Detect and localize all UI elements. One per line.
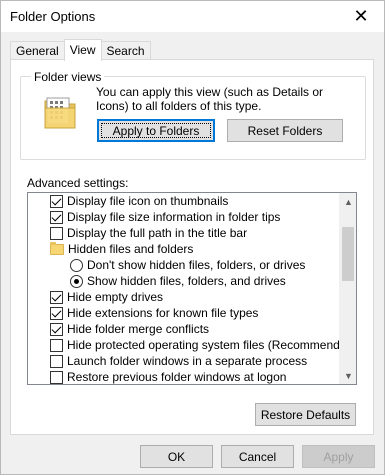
cancel-button[interactable]: Cancel xyxy=(221,445,294,468)
setting-display-file-size-info[interactable]: Display file size information in folder … xyxy=(28,209,339,225)
folder-views-label: Folder views xyxy=(31,70,105,84)
setting-label: Hide extensions for known file types xyxy=(67,306,259,320)
radio-button[interactable] xyxy=(70,274,83,288)
setting-display-full-path[interactable]: Display the full path in the title bar xyxy=(28,225,339,241)
window-title: Folder Options xyxy=(10,9,96,24)
setting-hide-folder-merge-conflicts[interactable]: Hide folder merge conflicts xyxy=(28,321,339,337)
folder-views-icon xyxy=(44,97,76,129)
setting-label: Display file icon on thumbnails xyxy=(67,194,229,208)
apply-label: Apply xyxy=(323,449,354,464)
title-bar[interactable]: Folder Options ✕ xyxy=(1,1,384,32)
setting-restore-previous-windows[interactable]: Restore previous folder windows at logon xyxy=(28,369,339,384)
checkbox[interactable] xyxy=(50,354,63,368)
scroll-down-arrow[interactable]: ▼ xyxy=(340,367,356,384)
apply-button[interactable]: Apply xyxy=(302,445,375,468)
chevron-up-icon: ▲ xyxy=(344,196,353,207)
option-label: Show hidden files, folders, and drives xyxy=(87,274,286,288)
setting-label: Launch folder windows in a separate proc… xyxy=(67,354,308,368)
setting-label: Hide empty drives xyxy=(67,290,164,304)
tab-strip: General View Search xyxy=(10,39,151,61)
folder-options-window: Folder Options ✕ General View Search Fol… xyxy=(0,0,385,475)
close-icon: ✕ xyxy=(353,6,369,26)
option-label: Don't show hidden files, folders, or dri… xyxy=(87,258,306,272)
advanced-settings-tree[interactable]: Display file icon on thumbnails Display … xyxy=(27,192,357,385)
checkbox[interactable] xyxy=(50,210,63,224)
setting-hide-extensions[interactable]: Hide extensions for known file types xyxy=(28,305,339,321)
cancel-label: Cancel xyxy=(238,449,277,464)
ok-button[interactable]: OK xyxy=(140,445,213,468)
checkbox[interactable] xyxy=(50,370,63,384)
setting-label: Display file size information in folder … xyxy=(67,210,281,224)
setting-label: Hide folder merge conflicts xyxy=(67,322,210,336)
ok-label: OK xyxy=(167,449,186,464)
setting-label: Restore previous folder windows at logon xyxy=(67,370,287,384)
reset-folders-label: Reset Folders xyxy=(247,123,323,138)
checkbox[interactable] xyxy=(50,290,63,304)
tab-search[interactable]: Search xyxy=(100,41,151,61)
checkbox[interactable] xyxy=(50,322,63,336)
group-hidden-files-and-folders: Hidden files and folders xyxy=(28,241,339,257)
setting-label: Display the full path in the title bar xyxy=(67,226,248,240)
scroll-thumb[interactable] xyxy=(342,227,354,281)
focus-rectangle xyxy=(101,123,211,138)
setting-hide-protected-os-files[interactable]: Hide protected operating system files (R… xyxy=(28,337,356,353)
option-show-hidden-files[interactable]: Show hidden files, folders, and drives xyxy=(28,273,339,289)
setting-hide-empty-drives[interactable]: Hide empty drives xyxy=(28,289,339,305)
reset-folders-button[interactable]: Reset Folders xyxy=(227,119,343,142)
group-label: Hidden files and folders xyxy=(68,242,194,256)
tab-general[interactable]: General xyxy=(10,41,65,61)
restore-defaults-label: Restore Defaults xyxy=(260,407,351,422)
checkbox[interactable] xyxy=(50,338,63,352)
close-button[interactable]: ✕ xyxy=(338,1,384,32)
checkbox[interactable] xyxy=(50,194,63,208)
vertical-scrollbar[interactable]: ▲ ▼ xyxy=(339,193,356,384)
restore-defaults-button[interactable]: Restore Defaults xyxy=(255,403,356,426)
scroll-up-arrow[interactable]: ▲ xyxy=(340,193,356,210)
apply-to-folders-button[interactable]: Apply to Folders xyxy=(97,119,215,142)
folder-views-description: You can apply this view (such as Details… xyxy=(96,85,324,113)
checkbox[interactable] xyxy=(50,306,63,320)
tab-view[interactable]: View xyxy=(63,39,102,61)
advanced-settings-label: Advanced settings: xyxy=(27,176,129,190)
folder-icon xyxy=(50,241,64,255)
option-dont-show-hidden-files[interactable]: Don't show hidden files, folders, or dri… xyxy=(28,257,339,273)
setting-launch-separate-process[interactable]: Launch folder windows in a separate proc… xyxy=(28,353,339,369)
checkbox[interactable] xyxy=(50,226,63,240)
chevron-down-icon: ▼ xyxy=(344,370,353,381)
radio-button[interactable] xyxy=(70,258,83,272)
setting-display-file-icon-on-thumbnails[interactable]: Display file icon on thumbnails xyxy=(28,193,339,209)
setting-label: Hide protected operating system files (R… xyxy=(67,338,357,352)
